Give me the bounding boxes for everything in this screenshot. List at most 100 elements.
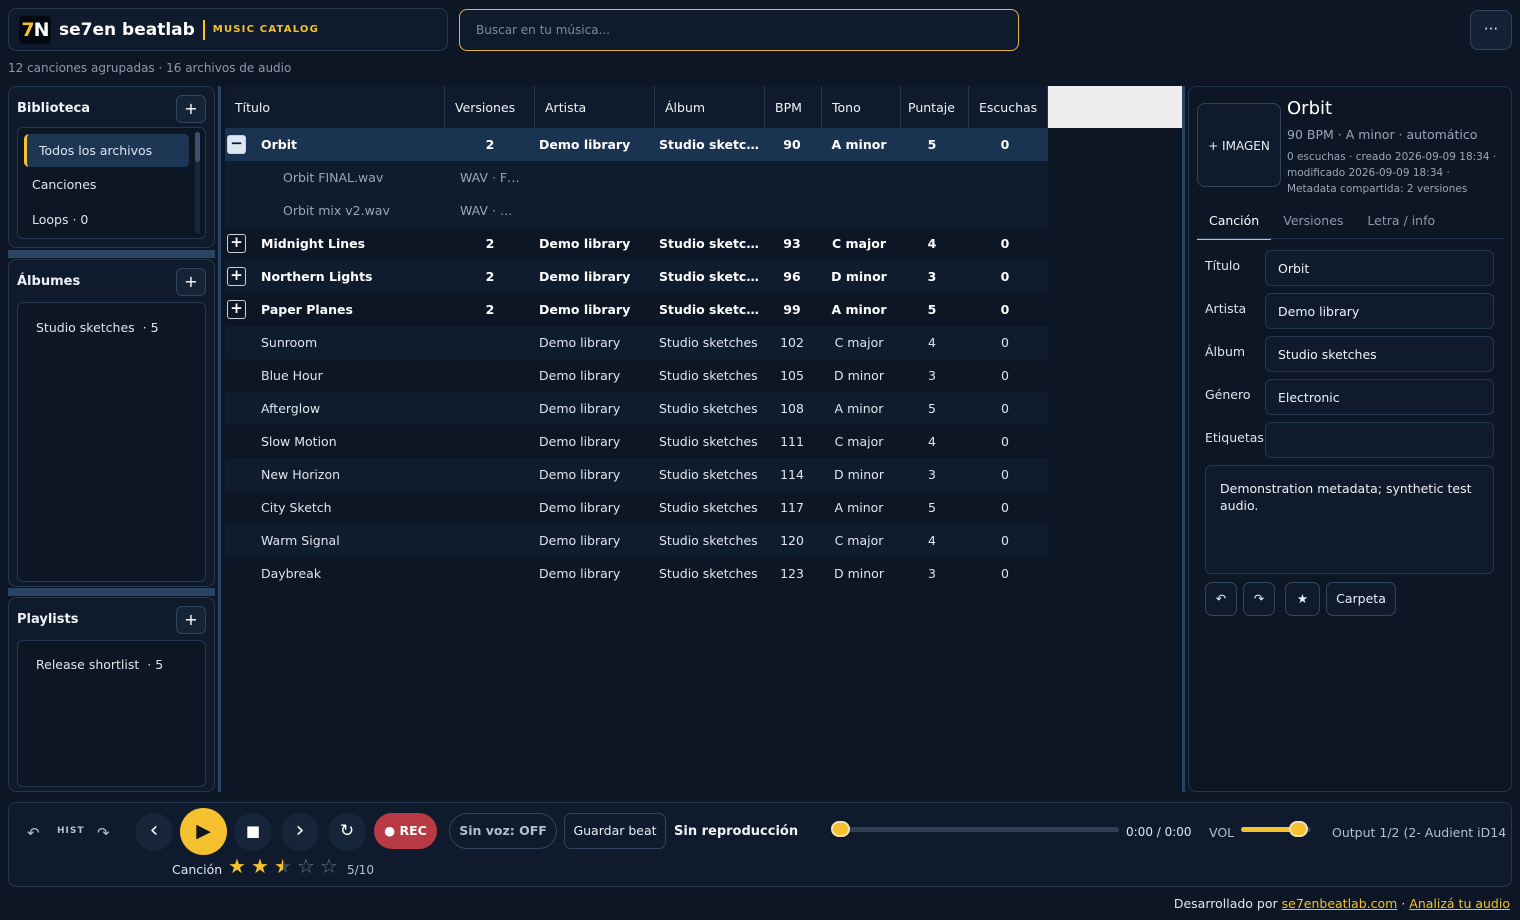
table-row[interactable]: Sunroom Demo library Studio sketches 102 C m… <box>225 326 1048 359</box>
expand-icon[interactable]: + <box>227 234 246 253</box>
playlist-item-release-shortlist[interactable]: Release shortlist · 5 <box>36 657 163 672</box>
library-add-button[interactable]: + <box>176 95 206 123</box>
undo-button[interactable]: ↶ <box>1205 582 1237 616</box>
website-link[interactable]: se7enbeatlab.com <box>1282 896 1398 911</box>
table-row[interactable]: Afterglow Demo library Studio sketches 108 A… <box>225 392 1048 425</box>
column-key[interactable]: Tono <box>822 86 901 128</box>
loop-button[interactable]: ↻ <box>328 813 366 851</box>
star-icon[interactable]: ★ <box>251 856 269 876</box>
table-row[interactable]: + Midnight Lines 2 Demo library Studio sketc… <box>225 227 1048 260</box>
catalog-summary: 12 canciones agrupadas · 16 archivos de … <box>8 61 292 75</box>
cell-title: Orbit mix v2.wav <box>283 203 390 218</box>
logo: 7N <box>19 15 51 44</box>
expand-icon[interactable]: + <box>227 267 246 286</box>
cell-plays: 0 <box>1000 236 1010 251</box>
tab-versions[interactable]: Versiones <box>1271 209 1355 240</box>
volume-thumb[interactable] <box>1289 821 1308 837</box>
star-icon[interactable]: ★ <box>274 856 292 876</box>
history-redo-icon[interactable]: ↷ <box>97 824 110 842</box>
search-input[interactable] <box>459 9 1019 51</box>
cell-bpm: 120 <box>780 533 804 548</box>
cell-artist: Demo library <box>539 500 621 515</box>
column-title[interactable]: Título <box>225 86 445 128</box>
more-menu-button[interactable]: ··· <box>1470 10 1512 50</box>
artist-field[interactable]: Demo library <box>1265 293 1494 329</box>
table-row[interactable]: − Orbit 2 Demo library Studio sketches 90 A mi… <box>225 128 1048 161</box>
cell-artist: Demo library <box>539 434 621 449</box>
voice-toggle[interactable]: Sin voz: OFF <box>449 813 557 849</box>
star-icon[interactable]: ☆ <box>320 856 338 876</box>
table-row[interactable]: Slow Motion Demo library Studio sketches 11… <box>225 425 1048 458</box>
add-image-button[interactable]: + IMAGEN <box>1197 103 1281 187</box>
table-row[interactable]: + Northern Lights 2 Demo library Studio sket… <box>225 260 1048 293</box>
playlists-add-button[interactable]: + <box>176 606 206 634</box>
stop-icon: ■ <box>245 822 261 840</box>
detail-tabs: Canción Versiones Letra / info <box>1197 209 1447 240</box>
sidebar-resize-handle[interactable] <box>218 86 221 792</box>
record-button[interactable]: ● REC <box>374 813 437 849</box>
column-artist[interactable]: Artista <box>535 86 655 128</box>
history-undo-icon[interactable]: ↶ <box>27 824 40 842</box>
album-field[interactable]: Studio sketches <box>1265 336 1494 372</box>
genre-field[interactable]: Electronic <box>1265 379 1494 415</box>
column-versions[interactable]: Versiones <box>445 86 535 128</box>
tags-field[interactable] <box>1265 422 1494 458</box>
column-score[interactable]: Puntaje <box>901 86 969 128</box>
cell-versions: 2 <box>485 137 495 152</box>
tab-song[interactable]: Canción <box>1197 209 1272 240</box>
cell-key: C major <box>834 335 884 350</box>
table-row[interactable]: + Paper Planes 2 Demo library Studio sketche… <box>225 293 1048 326</box>
cell-score: 3 <box>928 368 936 383</box>
cell-album: Studio sketches <box>659 566 758 581</box>
cell-bpm: 117 <box>780 500 804 515</box>
table-row[interactable]: Daybreak Demo library Studio sketches 123 D … <box>225 557 1048 590</box>
seek-track[interactable] <box>839 827 1119 832</box>
cell-score: 5 <box>928 500 936 515</box>
analyze-audio-link[interactable]: Analizá tu audio <box>1409 896 1510 911</box>
column-album[interactable]: Álbum <box>655 86 765 128</box>
library-item-all-files[interactable]: Todos los archivos <box>24 134 189 167</box>
album-item-studio-sketches[interactable]: Studio sketches · 5 <box>36 320 159 335</box>
version-row[interactable]: Orbit FINAL.wav WAV · FLAC <box>225 161 1048 194</box>
cell-bpm: 96 <box>783 269 801 284</box>
favorite-button[interactable]: ★ <box>1285 582 1320 616</box>
collapse-icon[interactable]: − <box>227 135 246 154</box>
panel-resize-handle[interactable] <box>8 588 215 596</box>
star-icon[interactable]: ☆ <box>297 856 315 876</box>
cell-versions: WAV · mp3 <box>460 203 524 218</box>
column-plays[interactable]: Escuchas <box>969 86 1048 128</box>
cell-key: C major <box>831 236 887 251</box>
title-field[interactable]: Orbit <box>1265 250 1494 286</box>
open-folder-button[interactable]: Carpeta <box>1326 582 1396 616</box>
table-row[interactable]: City Sketch Demo library Studio sketches 11… <box>225 491 1048 524</box>
tab-lyrics-info[interactable]: Letra / info <box>1355 209 1447 240</box>
panel-resize-handle[interactable] <box>8 250 215 258</box>
redo-button[interactable]: ↷ <box>1243 582 1275 616</box>
save-beat-button[interactable]: Guardar beat <box>564 813 666 849</box>
library-item-songs[interactable]: Canciones <box>18 167 205 202</box>
cell-artist: Demo library <box>539 401 621 416</box>
detail-title: Orbit <box>1287 98 1333 119</box>
plus-icon: + <box>184 99 198 118</box>
detail-resize-handle[interactable] <box>1182 86 1185 792</box>
library-item-loops[interactable]: Loops · 0 <box>18 202 205 237</box>
stop-button[interactable]: ■ <box>234 813 272 851</box>
seek-thumb[interactable] <box>831 821 850 837</box>
version-row[interactable]: Orbit mix v2.wav WAV · mp3 <box>225 194 1048 227</box>
table-row[interactable]: New Horizon Demo library Studio sketches 11… <box>225 458 1048 491</box>
previous-button[interactable]: ‹ <box>135 813 173 851</box>
field-label-title: Título <box>1205 258 1241 273</box>
play-button[interactable]: ▶ <box>180 808 227 855</box>
output-device[interactable]: Output 1/2 (2- Audient iD14 <box>1332 825 1506 840</box>
albums-add-button[interactable]: + <box>176 268 206 296</box>
scrollbar-thumb[interactable] <box>195 132 200 162</box>
column-bpm[interactable]: BPM <box>765 86 822 128</box>
star-icon[interactable]: ★ <box>228 856 246 876</box>
expand-icon[interactable]: + <box>227 300 246 319</box>
next-button[interactable]: › <box>281 813 319 851</box>
notes-textarea[interactable]: Demonstration metadata; synthetic test a… <box>1205 465 1494 574</box>
table-row[interactable]: Blue Hour Demo library Studio sketches 105 D… <box>225 359 1048 392</box>
playlist-item-count: · 5 <box>147 657 164 672</box>
table-row[interactable]: Warm Signal Demo library Studio sketches 12… <box>225 524 1048 557</box>
cell-album: Studio sketches <box>659 467 758 482</box>
